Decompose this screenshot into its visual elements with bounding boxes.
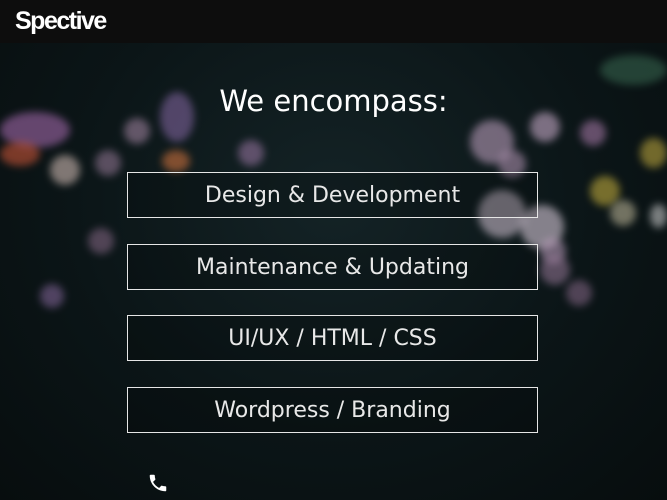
bokeh-light [40,284,64,308]
bokeh-light [580,120,606,146]
bokeh-light [88,228,114,254]
bokeh-light [640,138,667,168]
service-design-development[interactable]: Design & Development [127,172,538,218]
section-heading: We encompass: [219,84,448,118]
bokeh-light [600,55,667,85]
bokeh-light [0,142,40,166]
top-navbar: Spective [0,0,667,43]
bokeh-light [162,150,190,172]
bokeh-light [650,204,667,228]
bokeh-light [540,255,570,285]
site-logo[interactable]: Spective [15,7,107,36]
bokeh-light [50,155,80,185]
bokeh-light [610,200,636,226]
bokeh-light [95,150,121,176]
bokeh-light [566,280,592,306]
service-maintenance-updating[interactable]: Maintenance & Updating [127,244,538,290]
bokeh-light [238,140,264,166]
service-ui-ux-html-css[interactable]: UI/UX / HTML / CSS [127,315,538,361]
bokeh-light [124,118,150,144]
service-wordpress-branding[interactable]: Wordpress / Branding [127,387,538,433]
phone-icon[interactable] [147,472,169,494]
